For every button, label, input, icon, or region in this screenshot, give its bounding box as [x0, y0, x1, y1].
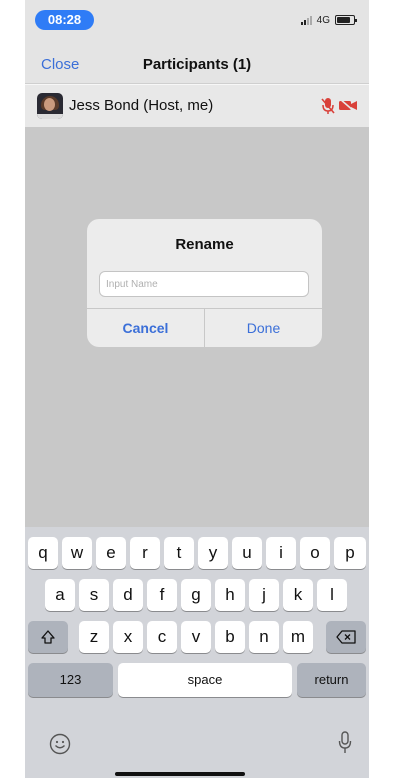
backspace-key[interactable] — [326, 621, 366, 653]
emoji-icon[interactable] — [49, 733, 71, 755]
page-title: Participants (1) — [142, 56, 252, 73]
mic-muted-icon — [321, 98, 335, 114]
status-bar: 08:28 4G — [25, 0, 369, 44]
signal-bars-icon — [300, 15, 312, 25]
microphone-icon[interactable] — [338, 731, 352, 755]
key-y[interactable]: y — [198, 537, 228, 569]
return-key[interactable]: return — [297, 663, 366, 697]
key-l[interactable]: l — [317, 579, 347, 611]
shift-key[interactable] — [28, 621, 68, 653]
key-o[interactable]: o — [300, 537, 330, 569]
avatar — [37, 93, 63, 119]
shift-icon — [41, 630, 55, 644]
video-off-icon — [339, 99, 357, 112]
keyboard: q w e r t y u i o p a s d f g h j k l z … — [25, 527, 369, 778]
home-indicator[interactable] — [115, 772, 245, 776]
key-u[interactable]: u — [232, 537, 262, 569]
key-s[interactable]: s — [79, 579, 109, 611]
key-b[interactable]: b — [215, 621, 245, 653]
key-f[interactable]: f — [147, 579, 177, 611]
participant-row[interactable]: Jess Bond (Host, me) — [25, 85, 369, 127]
key-n[interactable]: n — [249, 621, 279, 653]
key-r[interactable]: r — [130, 537, 160, 569]
phone-screen: 08:28 4G Close Participants (1) Jess Bon… — [25, 0, 369, 778]
space-key[interactable]: space — [118, 663, 292, 697]
nav-bar: Close Participants (1) — [25, 44, 369, 84]
key-m[interactable]: m — [283, 621, 313, 653]
name-input[interactable] — [99, 271, 309, 297]
key-q[interactable]: q — [28, 537, 58, 569]
key-d[interactable]: d — [113, 579, 143, 611]
done-button[interactable]: Done — [205, 309, 322, 347]
key-c[interactable]: c — [147, 621, 177, 653]
key-v[interactable]: v — [181, 621, 211, 653]
battery-icon — [335, 15, 357, 25]
participant-name: Jess Bond (Host, me) — [69, 97, 214, 114]
key-i[interactable]: i — [266, 537, 296, 569]
key-k[interactable]: k — [283, 579, 313, 611]
network-type: 4G — [316, 14, 330, 26]
dialog-title: Rename — [175, 236, 234, 253]
numbers-key[interactable]: 123 — [28, 663, 113, 697]
key-j[interactable]: j — [249, 579, 279, 611]
key-e[interactable]: e — [96, 537, 126, 569]
status-time: 08:28 — [35, 10, 94, 30]
key-p[interactable]: p — [334, 537, 366, 569]
key-a[interactable]: a — [45, 579, 75, 611]
key-t[interactable]: t — [164, 537, 194, 569]
key-g[interactable]: g — [181, 579, 211, 611]
key-w[interactable]: w — [62, 537, 92, 569]
key-x[interactable]: x — [113, 621, 143, 653]
backspace-icon — [336, 630, 356, 644]
key-z[interactable]: z — [79, 621, 109, 653]
status-indicators: 4G — [300, 14, 357, 26]
key-h[interactable]: h — [215, 579, 245, 611]
cancel-button[interactable]: Cancel — [87, 309, 204, 347]
rename-dialog: Rename Cancel Done — [87, 219, 322, 347]
